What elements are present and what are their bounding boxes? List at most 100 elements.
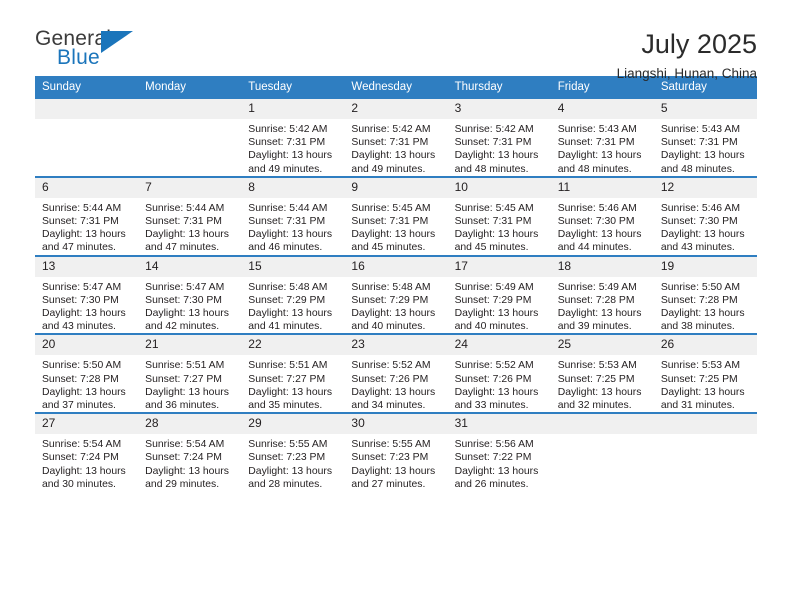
sunset-text: Sunset: 7:31 PM [351, 137, 429, 149]
sunrise-text: Sunrise: 5:45 AM [351, 202, 431, 214]
general-blue-logo[interactable]: General Blue [35, 28, 143, 76]
sunset-text: Sunset: 7:30 PM [42, 294, 119, 306]
day-details: Sunrise: 5:42 AM Sunset: 7:31 PM Dayligh… [448, 119, 551, 176]
day-details: Sunrise: 5:54 AM Sunset: 7:24 PM Dayligh… [138, 434, 241, 491]
day-cell[interactable] [35, 99, 139, 177]
day-cell[interactable]: 23 Sunrise: 5:52 AM Sunset: 7:26 PM Dayl… [344, 333, 448, 414]
sunset-text: Sunset: 7:30 PM [145, 294, 222, 306]
day-cell[interactable]: 22 Sunrise: 5:51 AM Sunset: 7:27 PM Dayl… [241, 333, 345, 414]
daylight-text: Daylight: 13 hours and 48 minutes. [660, 150, 745, 175]
daylight-text: Daylight: 13 hours and 34 minutes. [351, 386, 436, 412]
calendar-table: Sunday Monday Tuesday Wednesday Thursday… [35, 76, 757, 492]
day-cell[interactable]: 19 Sunrise: 5:50 AM Sunset: 7:28 PM Dayl… [653, 254, 757, 335]
sunrise-text: Sunrise: 5:48 AM [248, 281, 328, 293]
day-cell[interactable]: 12 Sunrise: 5:46 AM Sunset: 7:30 PM Dayl… [653, 175, 757, 256]
day-cell[interactable]: 5 Sunrise: 5:43 AM Sunset: 7:31 PM Dayli… [653, 99, 757, 177]
day-details: Sunrise: 5:49 AM Sunset: 7:29 PM Dayligh… [448, 277, 551, 334]
daylight-text: Daylight: 13 hours and 26 minutes. [454, 465, 539, 490]
title-block: July 2025 Liangshi, Hunan, China [617, 28, 757, 81]
day-cell[interactable]: 24 Sunrise: 5:52 AM Sunset: 7:26 PM Dayl… [447, 333, 551, 414]
day-cell[interactable]: 29 Sunrise: 5:55 AM Sunset: 7:23 PM Dayl… [241, 412, 345, 492]
day-number: 4 [550, 99, 654, 119]
day-cell[interactable]: 7 Sunrise: 5:44 AM Sunset: 7:31 PM Dayli… [138, 175, 242, 256]
sunrise-text: Sunrise: 5:49 AM [557, 281, 637, 293]
day-cell[interactable]: 16 Sunrise: 5:48 AM Sunset: 7:29 PM Dayl… [344, 254, 448, 335]
day-cell[interactable]: 25 Sunrise: 5:53 AM Sunset: 7:25 PM Dayl… [550, 333, 654, 414]
day-cell[interactable]: 8 Sunrise: 5:44 AM Sunset: 7:31 PM Dayli… [241, 175, 345, 256]
day-details [551, 434, 654, 438]
day-cell[interactable]: 11 Sunrise: 5:46 AM Sunset: 7:30 PM Dayl… [550, 175, 654, 256]
day-number: 15 [241, 256, 345, 277]
day-cell[interactable]: 21 Sunrise: 5:51 AM Sunset: 7:27 PM Dayl… [138, 333, 242, 414]
day-details: Sunrise: 5:44 AM Sunset: 7:31 PM Dayligh… [35, 198, 138, 255]
day-cell[interactable]: 2 Sunrise: 5:42 AM Sunset: 7:31 PM Dayli… [344, 99, 448, 177]
sunrise-text: Sunrise: 5:44 AM [145, 202, 225, 214]
day-number: 9 [344, 177, 448, 198]
daylight-text: Daylight: 13 hours and 47 minutes. [145, 229, 229, 254]
day-number: 28 [138, 414, 242, 435]
day-cell[interactable]: 31 Sunrise: 5:56 AM Sunset: 7:22 PM Dayl… [447, 412, 551, 492]
day-number: 26 [653, 335, 757, 356]
day-details: Sunrise: 5:45 AM Sunset: 7:31 PM Dayligh… [344, 198, 447, 255]
daylight-text: Daylight: 13 hours and 29 minutes. [145, 465, 229, 490]
day-cell[interactable] [550, 412, 654, 492]
sunrise-text: Sunrise: 5:53 AM [557, 360, 637, 372]
sunrise-text: Sunrise: 5:49 AM [454, 281, 534, 293]
day-cell[interactable]: 14 Sunrise: 5:47 AM Sunset: 7:30 PM Dayl… [138, 254, 242, 335]
sunset-text: Sunset: 7:29 PM [454, 294, 532, 306]
sunrise-text: Sunrise: 5:51 AM [145, 360, 225, 372]
day-details: Sunrise: 5:44 AM Sunset: 7:31 PM Dayligh… [138, 198, 241, 255]
day-cell[interactable]: 15 Sunrise: 5:48 AM Sunset: 7:29 PM Dayl… [241, 254, 345, 335]
sunset-text: Sunset: 7:31 PM [248, 137, 326, 149]
day-number: 16 [344, 256, 448, 277]
day-cell[interactable]: 3 Sunrise: 5:42 AM Sunset: 7:31 PM Dayli… [447, 99, 551, 177]
day-number [138, 99, 242, 119]
sunrise-text: Sunrise: 5:50 AM [660, 281, 740, 293]
daylight-text: Daylight: 13 hours and 49 minutes. [351, 150, 436, 175]
daylight-text: Daylight: 13 hours and 48 minutes. [454, 150, 539, 175]
sunrise-text: Sunrise: 5:43 AM [557, 124, 637, 135]
sunset-text: Sunset: 7:31 PM [454, 137, 532, 149]
triangle-icon [101, 31, 133, 53]
day-cell[interactable]: 30 Sunrise: 5:55 AM Sunset: 7:23 PM Dayl… [344, 412, 448, 492]
day-cell[interactable] [138, 99, 242, 177]
sunrise-text: Sunrise: 5:56 AM [454, 439, 534, 451]
sunrise-text: Sunrise: 5:44 AM [248, 202, 328, 214]
day-details: Sunrise: 5:49 AM Sunset: 7:28 PM Dayligh… [551, 277, 654, 334]
day-cell[interactable]: 20 Sunrise: 5:50 AM Sunset: 7:28 PM Dayl… [35, 333, 139, 414]
day-number [653, 414, 757, 435]
sunrise-text: Sunrise: 5:52 AM [351, 360, 431, 372]
day-cell[interactable]: 17 Sunrise: 5:49 AM Sunset: 7:29 PM Dayl… [447, 254, 551, 335]
day-cell[interactable]: 26 Sunrise: 5:53 AM Sunset: 7:25 PM Dayl… [653, 333, 757, 414]
daylight-text: Daylight: 13 hours and 47 minutes. [42, 229, 126, 254]
sunset-text: Sunset: 7:30 PM [660, 216, 738, 228]
sunrise-text: Sunrise: 5:52 AM [454, 360, 534, 372]
day-cell[interactable]: 1 Sunrise: 5:42 AM Sunset: 7:31 PM Dayli… [241, 99, 345, 177]
day-cell[interactable]: 13 Sunrise: 5:47 AM Sunset: 7:30 PM Dayl… [35, 254, 139, 335]
day-cell[interactable]: 18 Sunrise: 5:49 AM Sunset: 7:28 PM Dayl… [550, 254, 654, 335]
sunrise-text: Sunrise: 5:45 AM [454, 202, 534, 214]
weekday-header-tuesday: Tuesday [241, 76, 345, 99]
sunrise-text: Sunrise: 5:48 AM [351, 281, 431, 293]
day-cell[interactable]: 10 Sunrise: 5:45 AM Sunset: 7:31 PM Dayl… [447, 175, 551, 256]
day-cell[interactable]: 27 Sunrise: 5:54 AM Sunset: 7:24 PM Dayl… [35, 412, 139, 492]
day-cell[interactable] [653, 412, 757, 492]
daylight-text: Daylight: 13 hours and 43 minutes. [660, 229, 745, 254]
day-details: Sunrise: 5:47 AM Sunset: 7:30 PM Dayligh… [35, 277, 138, 334]
sunrise-text: Sunrise: 5:42 AM [454, 124, 534, 135]
day-cell[interactable]: 28 Sunrise: 5:54 AM Sunset: 7:24 PM Dayl… [138, 412, 242, 492]
sunrise-text: Sunrise: 5:47 AM [42, 281, 122, 293]
sunset-text: Sunset: 7:25 PM [557, 373, 635, 385]
day-number: 6 [35, 177, 139, 198]
day-details: Sunrise: 5:52 AM Sunset: 7:26 PM Dayligh… [344, 355, 447, 412]
daylight-text: Daylight: 13 hours and 41 minutes. [248, 308, 333, 333]
day-cell[interactable]: 4 Sunrise: 5:43 AM Sunset: 7:31 PM Dayli… [550, 99, 654, 177]
daylight-text: Daylight: 13 hours and 30 minutes. [42, 465, 126, 490]
day-details: Sunrise: 5:54 AM Sunset: 7:24 PM Dayligh… [35, 434, 138, 491]
daylight-text: Daylight: 13 hours and 49 minutes. [248, 150, 333, 175]
day-number: 12 [653, 177, 757, 198]
day-cell[interactable]: 6 Sunrise: 5:44 AM Sunset: 7:31 PM Dayli… [35, 175, 139, 256]
page-header: General Blue July 2025 Liangshi, Hunan, … [35, 0, 757, 80]
day-cell[interactable]: 9 Sunrise: 5:45 AM Sunset: 7:31 PM Dayli… [344, 175, 448, 256]
sunset-text: Sunset: 7:22 PM [454, 452, 532, 464]
